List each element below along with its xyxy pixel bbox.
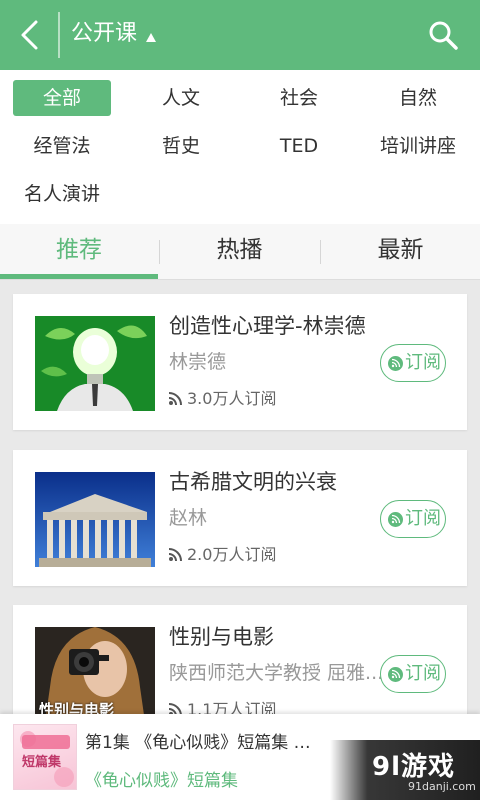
subscribe-label: 订阅 xyxy=(405,508,441,529)
category-society[interactable]: 社会 xyxy=(249,80,349,116)
site-watermark: 9l游戏 91danji.com xyxy=(330,740,480,800)
active-tab-indicator xyxy=(0,274,158,279)
course-author: 赵林 xyxy=(169,507,208,529)
subscribe-button[interactable]: 订阅 xyxy=(380,344,446,382)
subscriber-count-text: 3.0万人订阅 xyxy=(187,389,277,408)
rss-icon xyxy=(169,392,182,405)
subscriber-count: 3.0万人订阅 xyxy=(169,385,276,409)
subscribe-button[interactable]: 订阅 xyxy=(380,500,446,538)
tab-recommended[interactable]: 推荐 xyxy=(0,224,158,280)
course-author: 林崇德 xyxy=(169,351,227,373)
watermark-logo-text: 9l游戏 xyxy=(372,752,456,782)
back-arrow-icon xyxy=(21,20,38,50)
course-title: 性别与电影 xyxy=(169,625,274,649)
album-title[interactable]: 《龟心似贱》短篇集 xyxy=(85,766,238,791)
subscribe-label: 订阅 xyxy=(405,352,441,373)
rss-icon xyxy=(169,548,182,561)
caret-up-icon[interactable] xyxy=(146,33,156,42)
content-tabs: 推荐 热播 最新 xyxy=(0,224,480,280)
category-filter: 全部 人文 社会 自然 经管法 哲史 TED 培训讲座 名人演讲 xyxy=(0,70,480,224)
episode-title: 第1集 《龟心似贱》短篇集 爱的... xyxy=(85,733,325,753)
subscribe-icon xyxy=(388,667,403,682)
subscriber-count: 2.0万人订阅 xyxy=(169,541,276,565)
album-cover-text: 短篇集 xyxy=(22,755,62,770)
category-philosophy-history[interactable]: 哲史 xyxy=(131,128,231,164)
tab-popular[interactable]: 热播 xyxy=(160,224,319,280)
header-divider xyxy=(58,12,60,58)
back-button[interactable] xyxy=(14,18,46,52)
album-cover[interactable]: 短篇集 xyxy=(13,724,77,790)
category-economics-law[interactable]: 经管法 xyxy=(13,128,111,164)
course-title: 古希腊文明的兴衰 xyxy=(169,470,337,494)
course-card[interactable]: 创造性心理学-林崇德 林崇德 3.0万人订阅 订阅 xyxy=(13,294,467,430)
course-thumbnail xyxy=(35,472,155,567)
course-thumbnail xyxy=(35,316,155,411)
watermark-url: 91danji.com xyxy=(408,780,476,793)
course-author: 陕西师范大学教授 屈雅... xyxy=(169,662,384,684)
tab-latest[interactable]: 最新 xyxy=(321,224,480,280)
subscribe-label: 订阅 xyxy=(405,663,441,684)
course-title: 创造性心理学-林崇德 xyxy=(169,314,366,338)
category-celebrity-speech[interactable]: 名人演讲 xyxy=(13,176,111,212)
category-ted[interactable]: TED xyxy=(249,128,349,164)
search-icon xyxy=(429,21,458,50)
page-title-dropdown[interactable]: 公开课 xyxy=(71,20,137,48)
course-thumbnail: 性别与电影 xyxy=(35,627,155,722)
category-all[interactable]: 全部 xyxy=(13,80,111,116)
subscribe-icon xyxy=(388,512,403,527)
search-button[interactable] xyxy=(426,18,460,52)
subscribe-button[interactable]: 订阅 xyxy=(380,655,446,693)
course-card[interactable]: 古希腊文明的兴衰 赵林 2.0万人订阅 订阅 xyxy=(13,450,467,586)
subscribe-icon xyxy=(388,356,403,371)
category-humanities[interactable]: 人文 xyxy=(131,80,231,116)
app-header: 公开课 xyxy=(0,0,480,70)
subscriber-count-text: 2.0万人订阅 xyxy=(187,545,277,564)
category-training[interactable]: 培训讲座 xyxy=(368,128,468,164)
category-nature[interactable]: 自然 xyxy=(368,80,468,116)
